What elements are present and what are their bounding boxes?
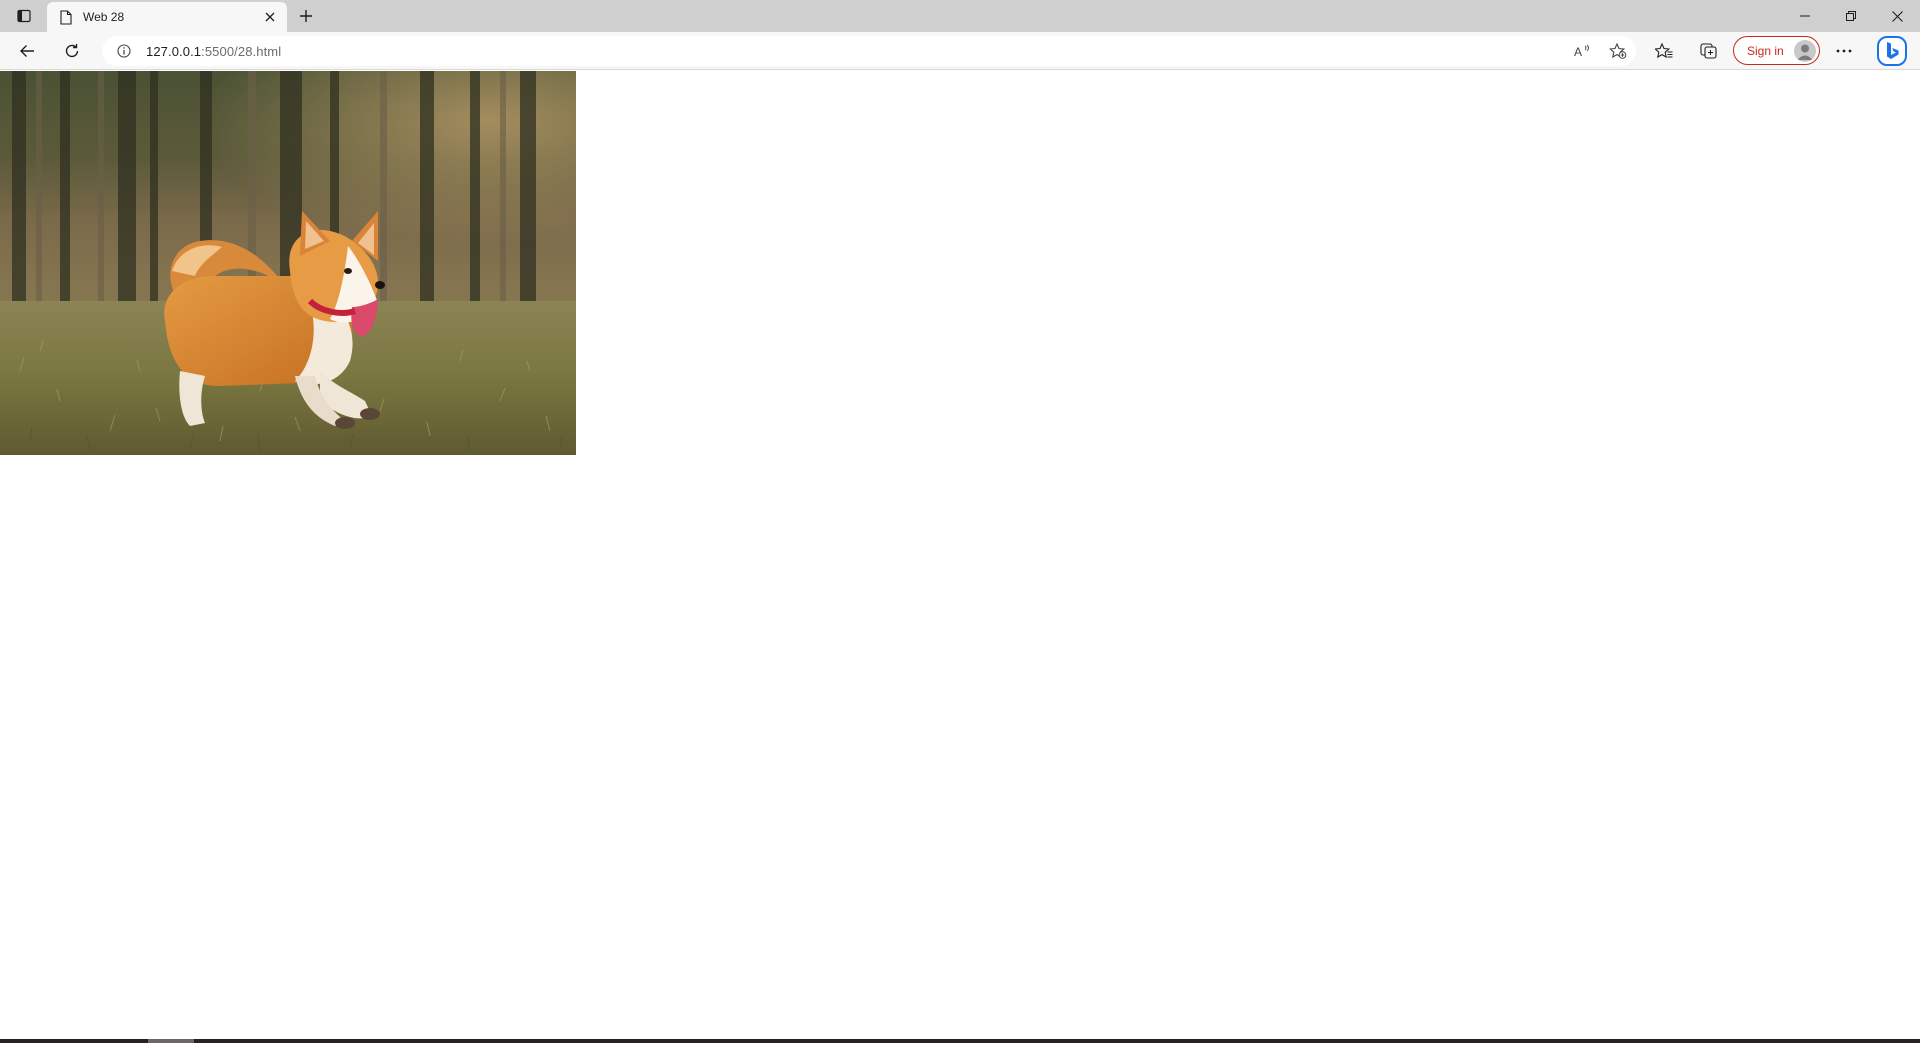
corgi-photo: [0, 71, 576, 455]
sign-in-button[interactable]: Sign in: [1733, 36, 1820, 65]
address-bar[interactable]: 127.0.0.1:5500/28.html A: [102, 36, 1636, 66]
taskbar-edge: [0, 1039, 1920, 1043]
bing-copilot-button[interactable]: [1876, 35, 1908, 67]
site-info-icon[interactable]: [116, 43, 132, 59]
svg-text:A: A: [1574, 45, 1582, 58]
plus-icon: [300, 10, 312, 22]
close-icon: [1891, 10, 1903, 22]
minimize-button[interactable]: [1782, 0, 1828, 32]
profile-icon: [1797, 44, 1813, 60]
new-tab-button[interactable]: [292, 4, 320, 28]
url-text[interactable]: 127.0.0.1:5500/28.html: [146, 44, 281, 59]
collections-icon: [1700, 43, 1717, 59]
tab-actions-button[interactable]: [10, 4, 38, 28]
url-path: :5500/28.html: [201, 43, 282, 59]
active-tab[interactable]: Web 28: [47, 2, 287, 32]
taskbar-indicator: [148, 1039, 194, 1043]
settings-more-button[interactable]: [1829, 36, 1859, 66]
browser-toolbar: 127.0.0.1:5500/28.html A Sign in: [0, 32, 1920, 70]
tab-title: Web 28: [83, 10, 125, 24]
minimize-icon: [1800, 15, 1810, 17]
bing-icon: [1877, 36, 1907, 66]
back-button[interactable]: [12, 36, 42, 66]
more-icon: [1836, 49, 1852, 53]
refresh-button[interactable]: [57, 36, 87, 66]
page-icon: [59, 9, 73, 25]
close-tab-icon[interactable]: [259, 6, 281, 28]
refresh-icon: [65, 44, 79, 58]
tab-strip: Web 28: [0, 0, 1920, 32]
sign-in-label: Sign in: [1747, 43, 1784, 58]
collections-button[interactable]: [1694, 36, 1724, 66]
favorites-button[interactable]: [1649, 36, 1679, 66]
page-content: [0, 71, 1920, 1039]
restore-icon: [1846, 11, 1856, 21]
restore-button[interactable]: [1828, 0, 1874, 32]
back-arrow-icon: [20, 45, 34, 57]
avatar: [1794, 40, 1816, 62]
favorites-icon: [1655, 43, 1673, 59]
url-host: 127.0.0.1: [146, 43, 202, 59]
tab-actions-icon: [17, 9, 31, 23]
add-favorite-icon[interactable]: [1604, 40, 1632, 62]
read-aloud-icon[interactable]: A: [1568, 40, 1596, 62]
close-window-button[interactable]: [1874, 0, 1920, 32]
